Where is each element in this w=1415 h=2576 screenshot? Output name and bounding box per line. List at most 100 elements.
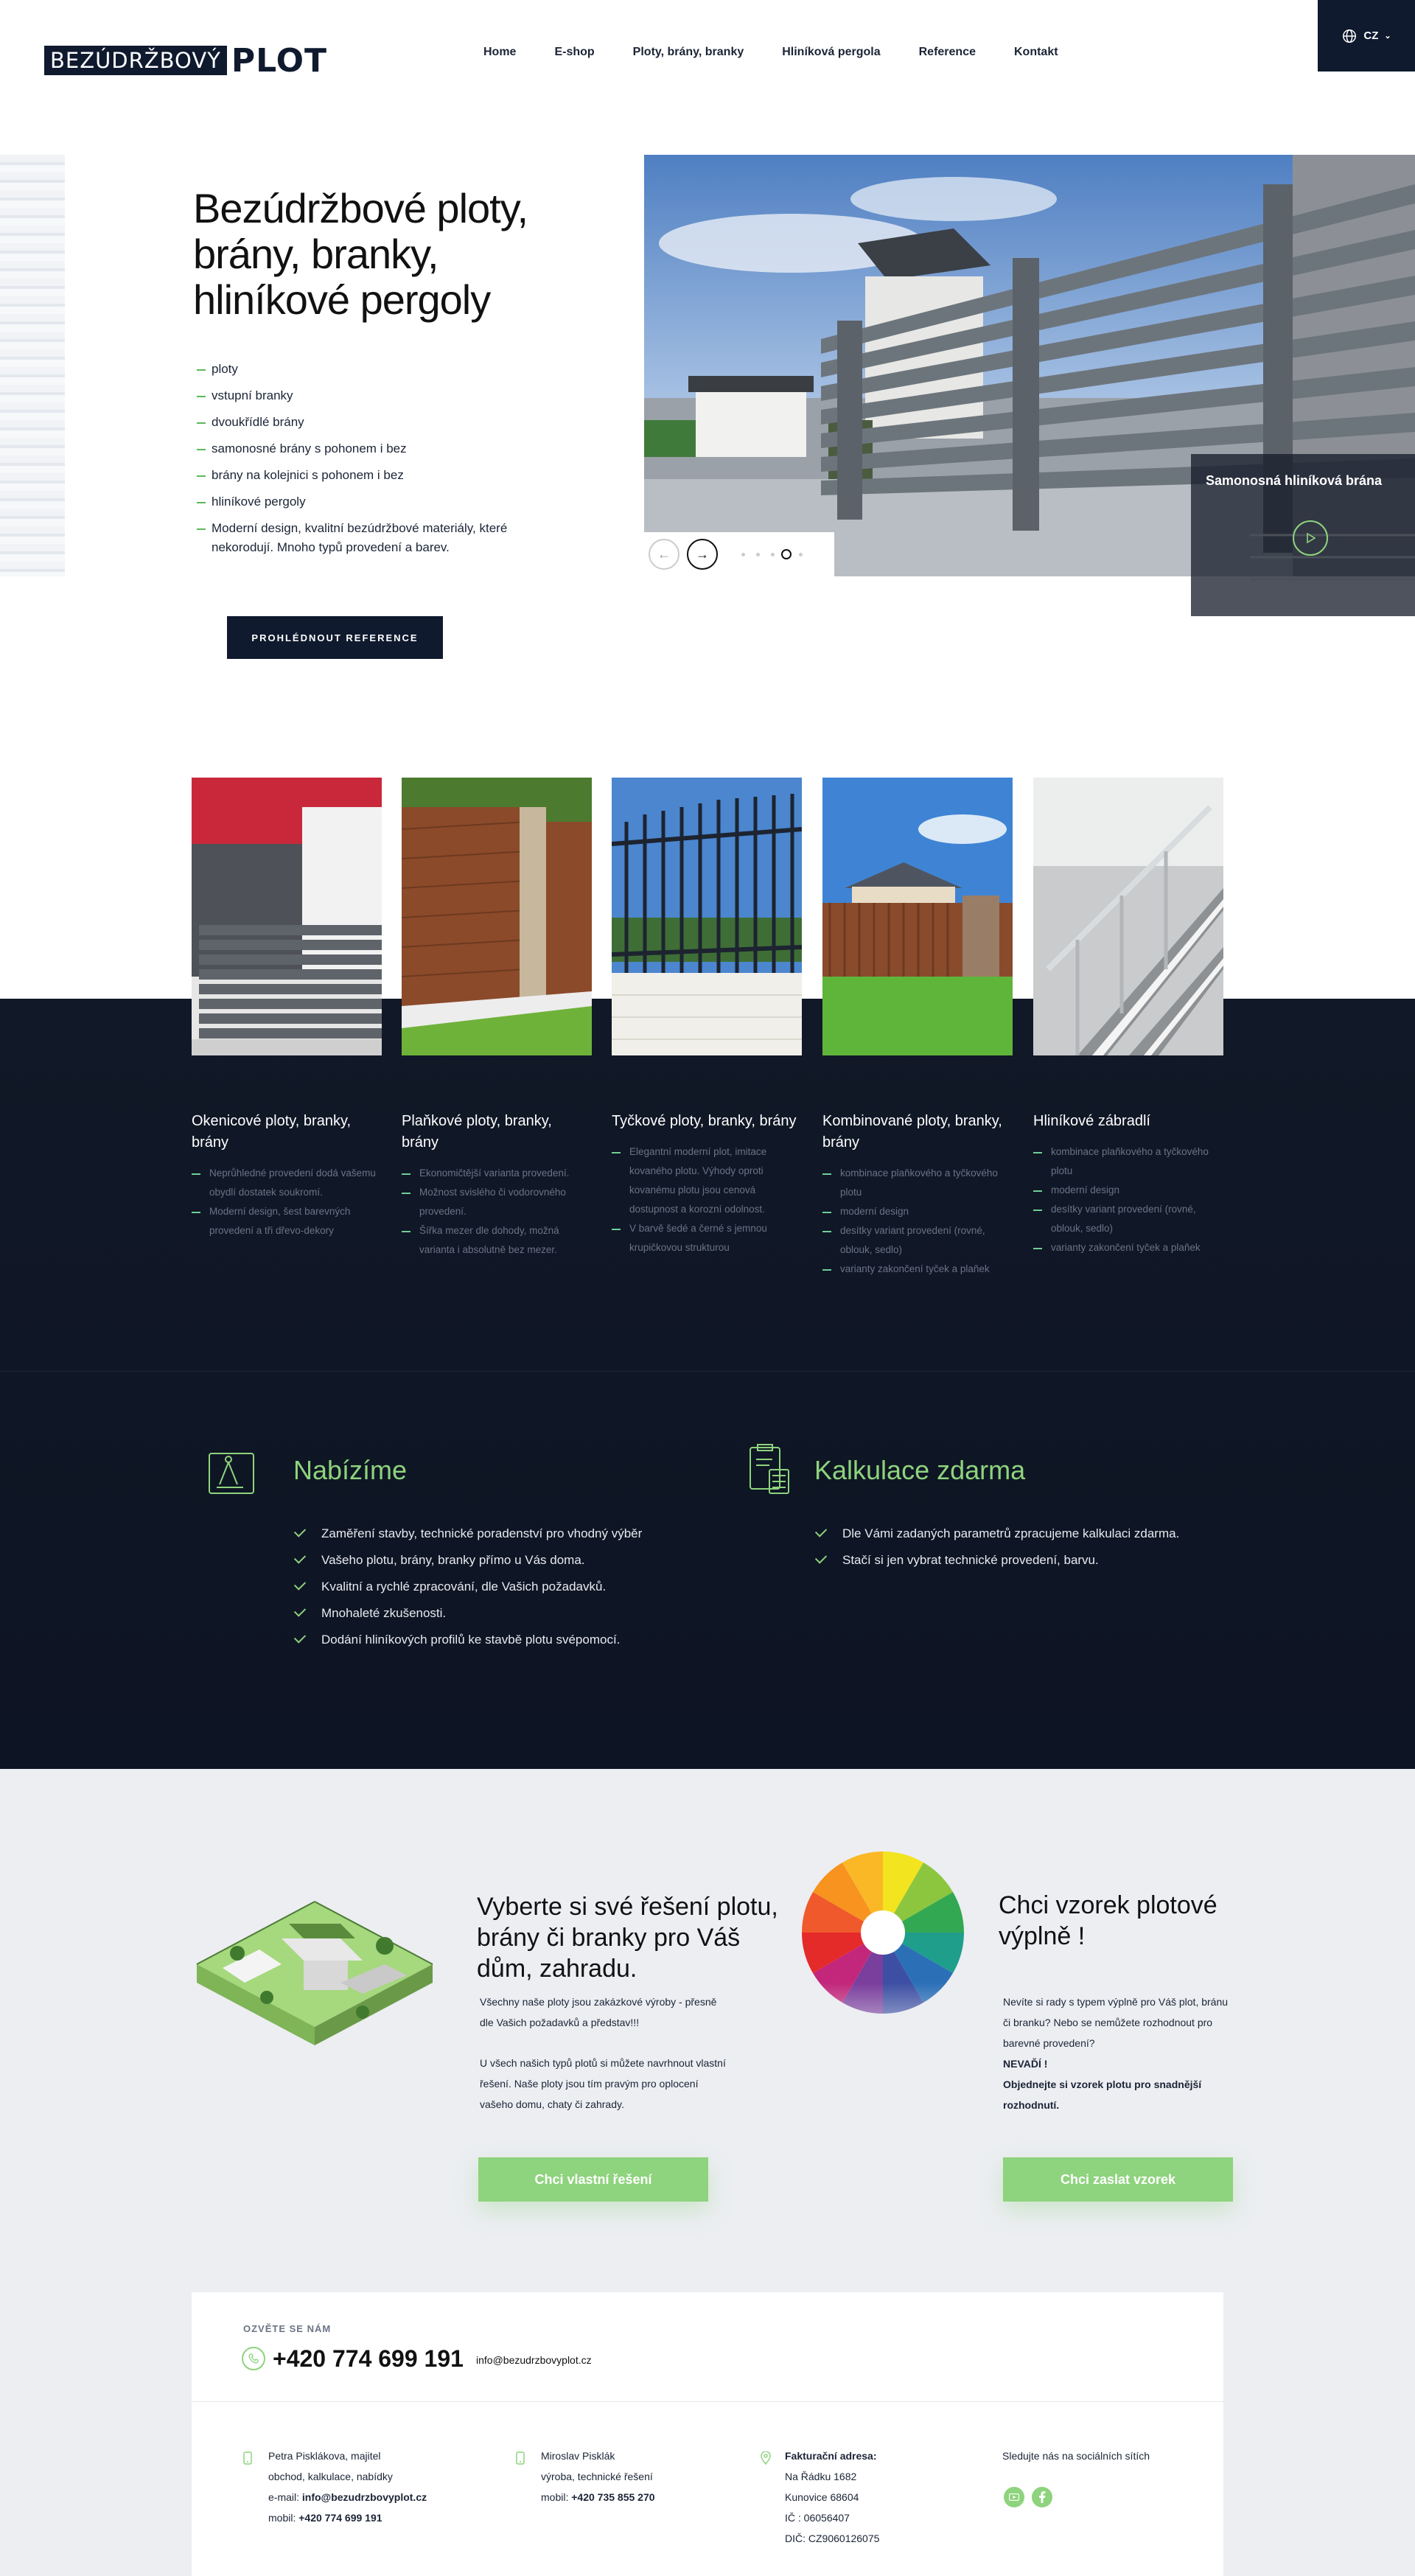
billing-ic: IČ : 06056407 <box>785 2512 850 2524</box>
mobile-icon <box>243 2451 252 2468</box>
section-divider <box>0 1371 1415 1372</box>
divider <box>192 2401 1223 2402</box>
offer-title: Nabízíme <box>293 1455 408 1485</box>
product-card-zabradli[interactable]: Hliníkové zábradlí kombinace plaňkového … <box>1033 778 1223 1257</box>
sample-text-2: NEVAĎÍ ! <box>1003 2058 1048 2070</box>
calc-item: Dle Vámi zadaných parametrů zpracujeme k… <box>814 1521 1179 1547</box>
feature-item: Elegantní moderní plot, imitace kovaného… <box>612 1142 802 1219</box>
logo-word: PLOT <box>231 41 328 80</box>
billing-city: Kunovice 68604 <box>785 2491 859 2503</box>
hero-title: Bezúdržbové ploty, brány, branky, hliník… <box>193 185 528 323</box>
slider-dot[interactable] <box>741 553 745 556</box>
product-title: Plaňkové ploty, branky, brány <box>402 1113 552 1151</box>
product-title: Tyčkové ploty, branky, brány <box>612 1113 797 1129</box>
hero-side-strip <box>0 155 65 576</box>
person1-email-label: e-mail: <box>268 2491 300 2503</box>
billing-dic: DIČ: CZ9060126075 <box>785 2533 880 2544</box>
product-image <box>612 778 802 1055</box>
view-references-button[interactable]: PROHLÉDNOUT REFERENCE <box>227 616 443 659</box>
slider-dot[interactable] <box>799 553 803 556</box>
calc-item: Stačí si jen vybrat technické provedení,… <box>814 1547 1179 1574</box>
product-image <box>192 778 382 1055</box>
slider-next-button[interactable]: → <box>687 539 718 570</box>
list-item: ploty <box>197 360 551 379</box>
nav-home[interactable]: Home <box>483 46 516 59</box>
chevron-down-icon: ⌄ <box>1384 32 1391 41</box>
contact-box: OZVĚTE SE NÁM +420 774 699 191 info@bezu… <box>192 2292 1223 2576</box>
feature-item: Neprůhledné provedení dodá vašemu obydlí… <box>192 1164 382 1202</box>
mobile-icon <box>516 2451 525 2468</box>
measure-icon <box>206 1446 256 1500</box>
solution-title: Vyberte si své řešení plotu, brány či br… <box>477 1893 778 1983</box>
offer-item: Mnohaleté zkušenosti. <box>293 1600 642 1627</box>
person2-mobile-row: mobil: +420 735 855 270 <box>541 2487 762 2507</box>
youtube-icon[interactable] <box>1004 2487 1024 2507</box>
person1-email-row: e-mail: info@bezudrzbovyplot.cz <box>268 2487 489 2507</box>
product-features: kombinace plaňkového a tyčkového plotu m… <box>1033 1142 1223 1257</box>
offer-item: Zaměření stavby, technické poradenství p… <box>293 1521 642 1547</box>
feature-item: Moderní design, šest barevných provedení… <box>192 1202 382 1240</box>
contact-email[interactable]: info@bezudrzbovyplot.cz <box>476 2354 592 2366</box>
feature-item: V barvě šedé a černé s jemnou krupičkovo… <box>612 1219 802 1257</box>
person1-mobile-label: mobil: <box>268 2512 296 2524</box>
offer-list: Zaměření stavby, technické poradenství p… <box>293 1521 642 1653</box>
product-features: kombinace plaňkového a tyčkového plotu m… <box>822 1164 1013 1279</box>
request-sample-button[interactable]: Chci zaslat vzorek <box>1003 2157 1233 2202</box>
person2-mobile-label: mobil: <box>541 2491 569 2503</box>
billing-block: Fakturační adresa: Na Řádku 1682 Kunovic… <box>785 2446 976 2549</box>
feature-item: varianty zakončení tyček a plaňek <box>822 1260 1013 1279</box>
nav-pergola[interactable]: Hliníková pergola <box>782 46 880 59</box>
site-logo[interactable]: BEZÚDRŽBOVÝ PLOT <box>44 41 328 80</box>
product-image <box>402 778 592 1055</box>
language-switcher[interactable]: CZ ⌄ <box>1318 0 1415 71</box>
list-item: Moderní design, kvalitní bezúdržbové mat… <box>197 519 551 557</box>
person2-block: Miroslav Pisklák výroba, technické řešen… <box>541 2446 762 2507</box>
product-card-kombinovane[interactable]: Kombinované ploty, branky, brány kombina… <box>822 778 1013 1279</box>
feature-item: Možnost svislého či vodorovného proveden… <box>402 1183 592 1221</box>
person2-mobile[interactable]: +420 735 855 270 <box>571 2491 654 2503</box>
product-card-okenicove[interactable]: Okenicové ploty, branky, brány Neprůhled… <box>192 778 382 1240</box>
feature-item: kombinace plaňkového a tyčkového plotu <box>1033 1142 1223 1181</box>
nav-kontakt[interactable]: Kontakt <box>1014 46 1058 59</box>
slider-dot[interactable] <box>771 553 775 556</box>
site-header: BEZÚDRŽBOVÝ PLOT Home E-shop Ploty, brán… <box>0 0 1415 111</box>
list-item: vstupní branky <box>197 386 551 405</box>
person1-email[interactable]: info@bezudrzbovyplot.cz <box>302 2491 427 2503</box>
custom-solution-button[interactable]: Chci vlastní řešení <box>478 2157 708 2202</box>
list-item: brány na kolejnici s pohonem i bez <box>197 466 551 485</box>
feature-item: Ekonomičtější varianta provedení. <box>402 1164 592 1183</box>
product-card-tyckove[interactable]: Tyčkové ploty, branky, brány Elegantní m… <box>612 778 802 1257</box>
person1-role: obchod, kalkulace, nabídky <box>268 2471 393 2482</box>
offer-item: Kvalitní a rychlé zpracování, dle Vašich… <box>293 1574 642 1600</box>
feature-item: varianty zakončení tyček a plaňek <box>1033 1238 1223 1257</box>
nav-reference[interactable]: Reference <box>919 46 976 59</box>
offer-item: Dodání hliníkových profilů ke stavbě plo… <box>293 1627 642 1653</box>
slider-dot-active[interactable] <box>781 549 792 559</box>
person2-name: Miroslav Pisklák <box>541 2450 615 2462</box>
person2-role: výroba, technické řešení <box>541 2471 653 2482</box>
next-slide-card[interactable]: Samonosná hliníková brána <box>1191 454 1415 616</box>
arrow-left-icon: ← <box>657 546 671 562</box>
play-icon[interactable] <box>1293 520 1328 556</box>
slider-dot[interactable] <box>756 553 760 556</box>
product-title: Hliníkové zábradlí <box>1033 1113 1150 1129</box>
social-label: Sledujte nás na sociálních sítích <box>1002 2450 1150 2462</box>
feature-item: moderní design <box>822 1202 1013 1221</box>
person1-block: Petra Pisklákova, majitel obchod, kalkul… <box>268 2446 489 2528</box>
calculator-icon <box>747 1443 792 1498</box>
globe-icon <box>1343 29 1357 43</box>
nav-eshop[interactable]: E-shop <box>554 46 594 59</box>
garden-illustration <box>193 1894 436 2060</box>
list-item: hliníkové pergoly <box>197 492 551 512</box>
contact-label: OZVĚTE SE NÁM <box>243 2323 332 2334</box>
person1-name: Petra Pisklákova, majitel <box>268 2450 381 2462</box>
contact-phone[interactable]: +420 774 699 191 <box>273 2345 464 2373</box>
product-card-plankove[interactable]: Plaňkové ploty, branky, brány Ekonomičtě… <box>402 778 592 1260</box>
solution-text-2: U všech našich typů plotů si můžete navr… <box>480 2057 726 2110</box>
slider-prev-button[interactable]: ← <box>649 539 679 570</box>
nav-ploty[interactable]: Ploty, brány, branky <box>633 46 744 59</box>
person1-mobile[interactable]: +420 774 699 191 <box>298 2512 382 2524</box>
sample-text-3: Objednejte si vzorek plotu pro snadnější… <box>1003 2078 1202 2111</box>
solution-text-1: Všechny naše ploty jsou zakázkové výroby… <box>480 1996 717 2028</box>
facebook-icon[interactable] <box>1032 2487 1052 2507</box>
